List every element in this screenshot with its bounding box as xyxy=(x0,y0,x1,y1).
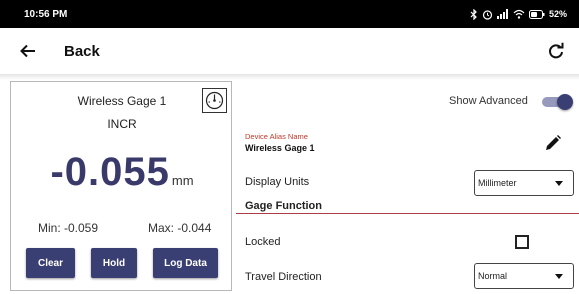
chevron-down-icon xyxy=(555,274,563,279)
back-button-label[interactable]: Back xyxy=(64,43,100,60)
travel-direction-label: Travel Direction xyxy=(245,271,322,283)
back-arrow-icon[interactable] xyxy=(18,41,38,61)
status-time: 10:56 PM xyxy=(24,8,68,20)
locked-label: Locked xyxy=(245,236,281,248)
status-icons: 52% xyxy=(470,8,567,20)
display-units-select[interactable]: Millimeter xyxy=(474,170,574,196)
toggle-knob xyxy=(557,94,573,110)
hold-button[interactable]: Hold xyxy=(91,248,137,278)
show-advanced-label: Show Advanced xyxy=(449,95,528,107)
locked-checkbox[interactable] xyxy=(515,235,529,249)
gage-card: Wireless Gage 1 INCR -0.055 mm Min: -0.05… xyxy=(10,81,232,291)
chevron-down-icon xyxy=(555,181,563,186)
gage-mode: INCR xyxy=(107,117,137,131)
display-units-label: Display Units xyxy=(245,176,310,188)
max-value: Max: -0.044 xyxy=(148,221,212,235)
clear-button[interactable]: Clear xyxy=(26,248,75,278)
device-alias-label: Device Alias Name xyxy=(245,132,308,141)
gage-reading: -0.055 mm xyxy=(11,150,233,195)
bluetooth-icon xyxy=(470,8,477,20)
section-divider xyxy=(236,213,579,214)
log-data-button[interactable]: Log Data xyxy=(153,248,218,278)
show-advanced-toggle[interactable] xyxy=(540,94,573,110)
wifi-icon xyxy=(513,9,525,19)
gauge-view-button[interactable] xyxy=(202,88,227,113)
gauge-icon xyxy=(205,91,224,110)
signal-icon xyxy=(496,9,508,19)
battery-icon xyxy=(528,9,545,19)
status-bar: 10:56 PM 52% xyxy=(0,0,579,28)
reading-unit: mm xyxy=(171,173,194,188)
refresh-icon[interactable] xyxy=(547,42,565,60)
alarm-icon xyxy=(482,9,493,20)
min-value: Min: -0.059 xyxy=(38,221,99,235)
travel-direction-value: Normal xyxy=(478,271,508,281)
display-units-value: Millimeter xyxy=(478,178,517,188)
reading-value: -0.055 xyxy=(50,150,170,194)
gage-function-title: Gage Function xyxy=(245,200,322,212)
app-bar: Back xyxy=(0,28,579,74)
travel-direction-select[interactable]: Normal xyxy=(474,263,574,289)
battery-percent: 52% xyxy=(548,9,567,19)
device-alias-value: Wireless Gage 1 xyxy=(245,143,315,153)
edit-pencil-icon[interactable] xyxy=(544,134,562,152)
settings-panel: Show Advanced Device Alias Name Wireless… xyxy=(236,80,579,294)
gage-name: Wireless Gage 1 xyxy=(77,94,167,108)
